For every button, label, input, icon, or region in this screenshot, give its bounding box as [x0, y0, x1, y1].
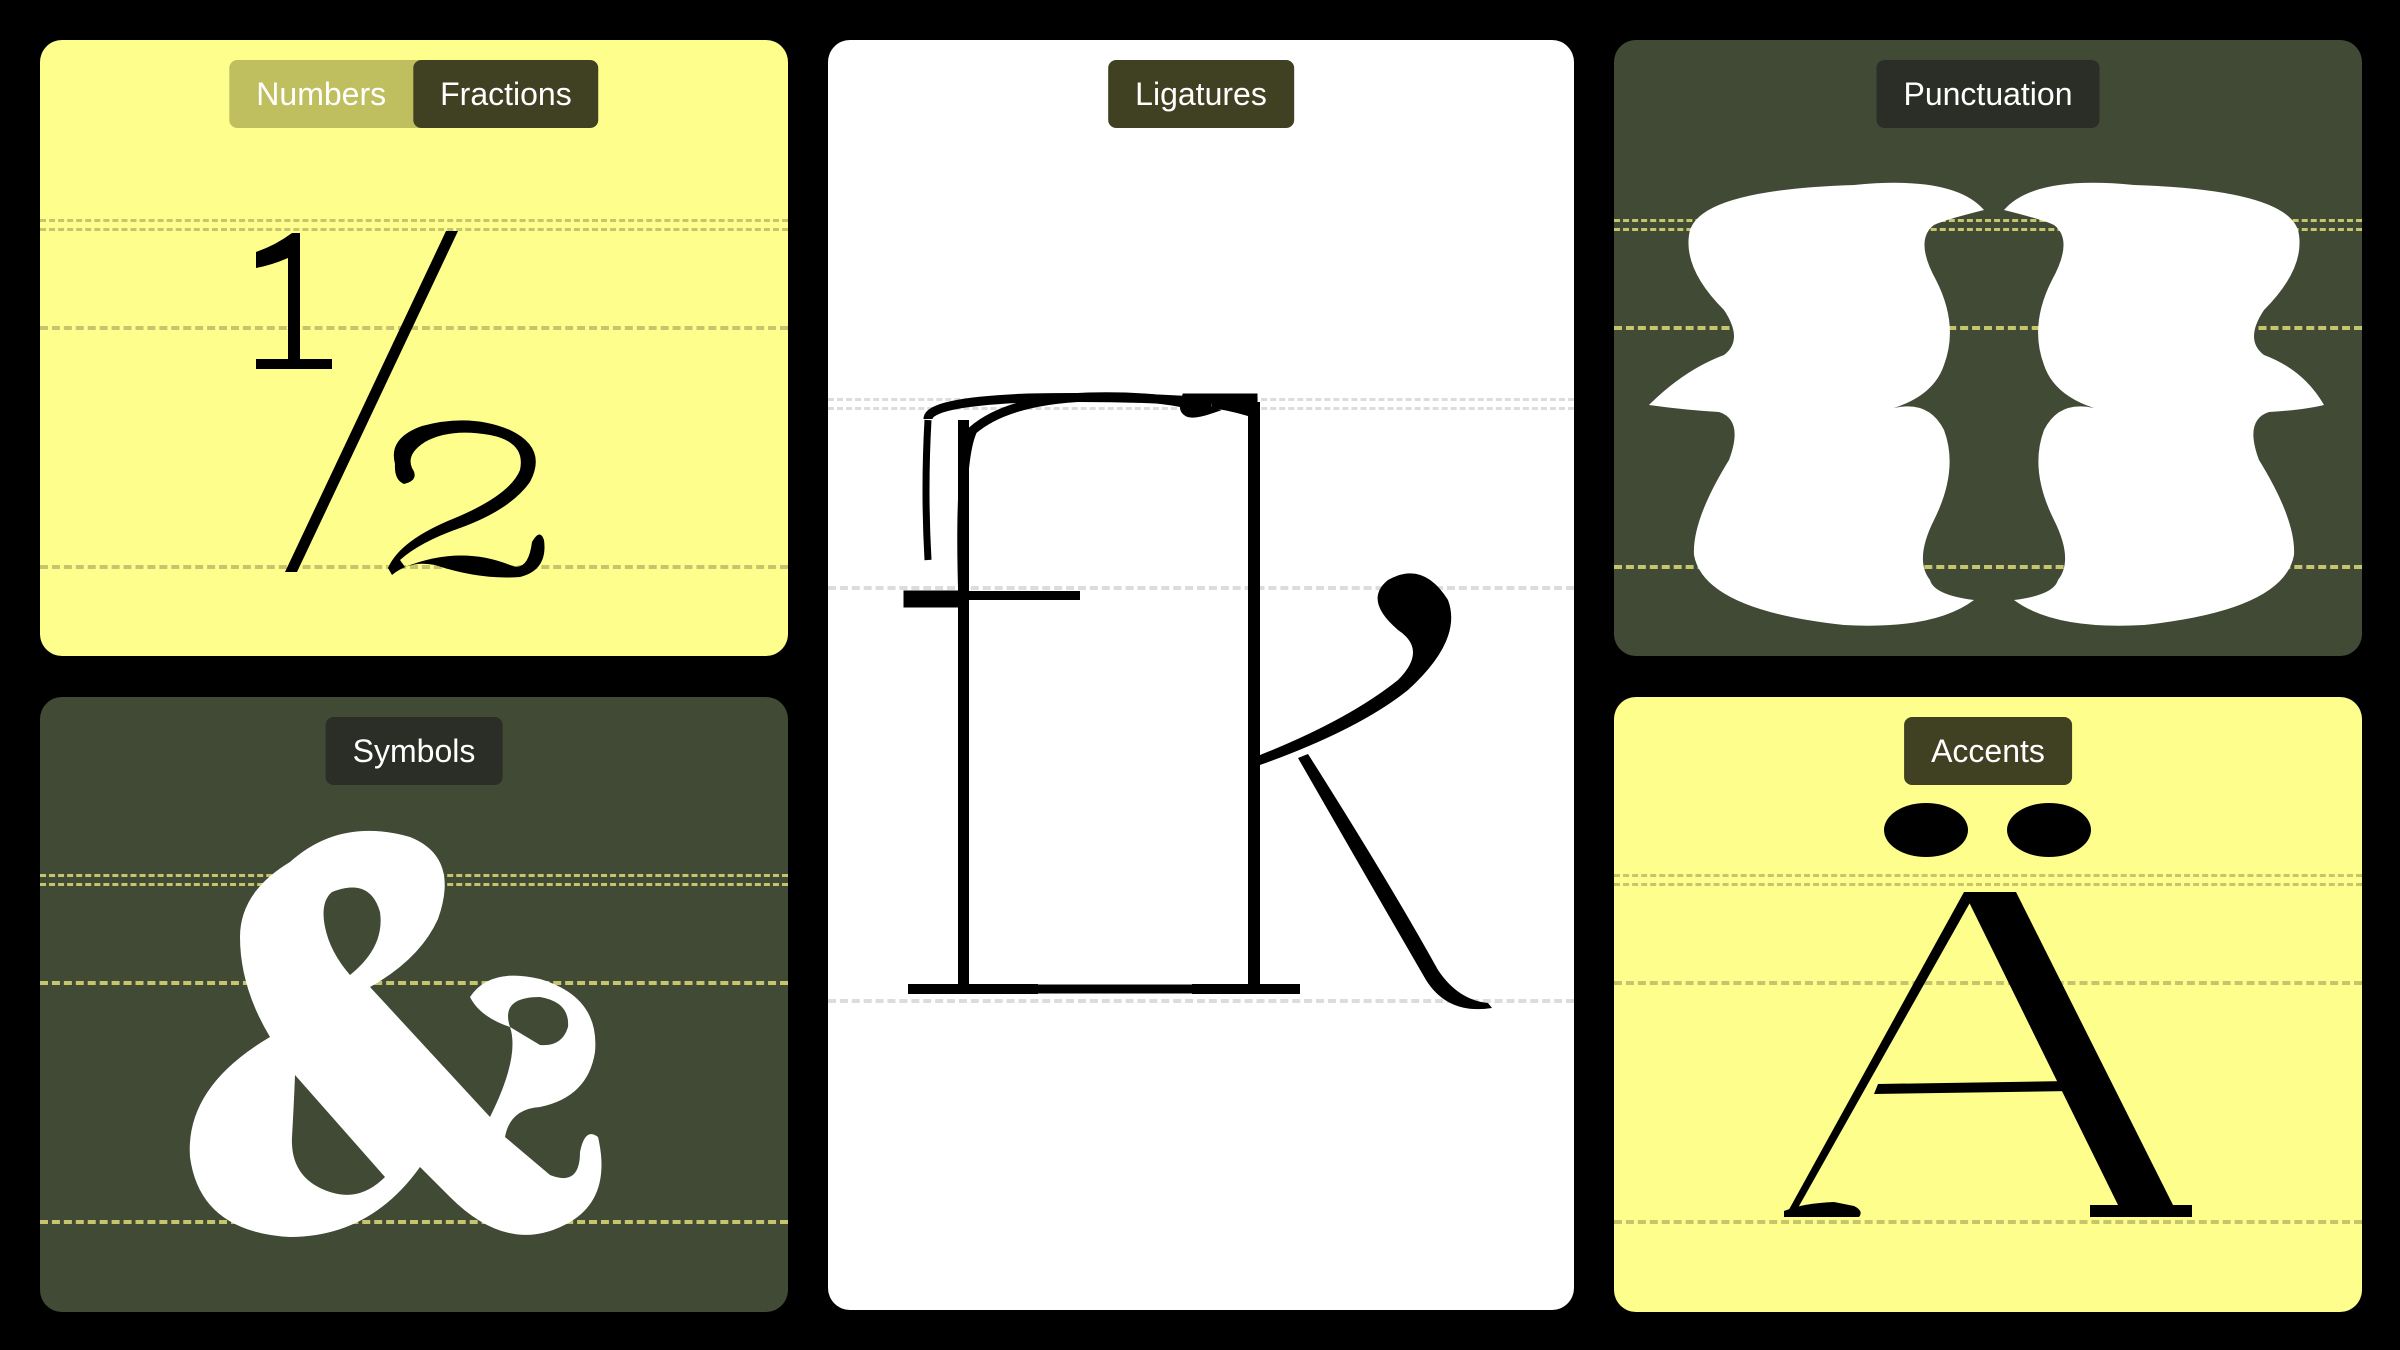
ligatures-card: Ligatures [828, 40, 1574, 1310]
accents-card: Accents [1614, 697, 2362, 1312]
symbols-card: Symbols [40, 697, 788, 1312]
fraction-one-half-glyph [256, 231, 545, 578]
ampersand-glyph [189, 830, 602, 1237]
punctuation-card: Punctuation [1614, 40, 2362, 656]
a-diaeresis-glyph [1784, 803, 2192, 1217]
curly-braces-glyph [1649, 182, 2324, 626]
fk-ligature-glyph [903, 392, 1492, 1010]
fractions-card: Numbers Fractions [40, 40, 788, 656]
specimen-board: Numbers Fractions Symbols Ligatures Punc… [0, 0, 2400, 1350]
